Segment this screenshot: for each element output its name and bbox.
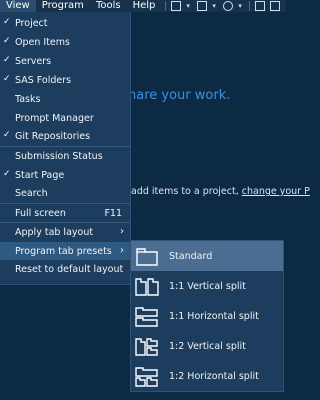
menu-help[interactable]: Help (127, 0, 162, 12)
menu-item-label: Apply tab layout (15, 227, 94, 238)
menu-item-apply-tab-layout[interactable]: Apply tab layout › (0, 223, 130, 241)
menu-item-label: Servers (15, 56, 52, 67)
settings-gear-icon[interactable] (223, 1, 234, 11)
vertical-split-1-2-icon (135, 338, 158, 356)
shortcut-label: F11 (104, 208, 122, 219)
chevron-down-icon[interactable]: ▾ (212, 1, 218, 11)
menu-item-label: Prompt Manager (15, 113, 94, 124)
menu-item-label: Program tab presets (15, 246, 112, 257)
menu-item-project[interactable]: ✓ Project (0, 14, 130, 32)
preset-vertical-1-1[interactable]: 1:1 Vertical split (131, 271, 283, 301)
new-file-icon[interactable] (171, 1, 182, 11)
menu-item-label: Reset to default layout (15, 264, 124, 275)
view-menu: ✓ Project ✓ Open Items ✓ Servers ✓ SAS F… (0, 12, 131, 285)
open-file-icon[interactable] (197, 1, 208, 11)
check-icon: ✓ (3, 55, 11, 65)
toolbar: ▾ ▾ ▾ (165, 1, 281, 11)
menu-item-servers[interactable]: ✓ Servers (0, 52, 130, 70)
horizontal-split-1-2-icon (135, 367, 158, 387)
menu-item-label: Open Items (15, 37, 70, 48)
menu-item-program-tab-presets[interactable]: Program tab presets › (0, 242, 130, 260)
menu-item-label: Full screen (15, 208, 66, 219)
chevron-down-icon[interactable]: ▾ (238, 1, 244, 11)
check-icon: ✓ (3, 17, 11, 27)
menu-item-label: Tasks (15, 94, 41, 105)
save-icon[interactable] (255, 1, 266, 11)
menu-program[interactable]: Program (36, 0, 90, 12)
standard-layout-icon (136, 248, 158, 266)
menu-item-git-repositories[interactable]: ✓ Git Repositories (0, 127, 130, 145)
check-icon: ✓ (3, 169, 11, 179)
toolbar-separator (249, 1, 251, 11)
menu-bar: View Program Tools Help ▾ ▾ ▾ (0, 0, 286, 12)
vertical-split-1-1-icon (135, 278, 159, 296)
toolbar-separator (165, 1, 167, 11)
menu-item-reset-layout[interactable]: Reset to default layout (0, 260, 130, 278)
change-project-link[interactable]: change your P (242, 186, 310, 197)
preset-label: 1:2 Vertical split (169, 341, 246, 352)
menu-item-label: SAS Folders (15, 75, 72, 86)
check-icon: ✓ (3, 36, 11, 46)
menu-item-search[interactable]: Search (0, 184, 130, 202)
save-all-icon[interactable] (270, 1, 281, 11)
menu-item-submission-status[interactable]: Submission Status (0, 147, 130, 165)
chevron-down-icon[interactable]: ▾ (186, 1, 192, 11)
preset-standard[interactable]: Standard (131, 241, 283, 271)
menu-item-label: Project (15, 18, 48, 29)
menu-item-full-screen[interactable]: Full screen F11 (0, 204, 130, 222)
menu-item-start-page[interactable]: ✓ Start Page (0, 166, 130, 184)
start-page-hint: add items to a project, change your P (131, 186, 310, 197)
preset-vertical-1-2[interactable]: 1:2 Vertical split (131, 331, 283, 361)
menu-item-tasks[interactable]: Tasks (0, 90, 130, 108)
menu-tools[interactable]: Tools (90, 0, 127, 12)
preset-horizontal-1-1[interactable]: 1:1 Horizontal split (131, 301, 283, 331)
menu-item-label: Start Page (15, 170, 65, 181)
menu-item-label: Search (15, 188, 48, 199)
program-tab-presets-submenu: Standard 1:1 Vertical split 1:1 Horizont… (130, 240, 284, 392)
chevron-right-icon: › (120, 226, 124, 237)
menu-item-prompt-manager[interactable]: Prompt Manager (0, 109, 130, 127)
check-icon: ✓ (3, 130, 11, 140)
horizontal-split-1-1-icon (135, 307, 158, 327)
menu-item-open-items[interactable]: ✓ Open Items (0, 33, 130, 51)
menu-item-sas-folders[interactable]: ✓ SAS Folders (0, 71, 130, 89)
menu-item-label: Submission Status (15, 151, 103, 162)
check-icon: ✓ (3, 74, 11, 84)
preset-label: Standard (169, 251, 213, 262)
preset-label: 1:1 Vertical split (169, 281, 246, 292)
hint-text: add items to a project, (131, 186, 242, 197)
start-page-headline: hare your work. (128, 88, 231, 103)
menu-view[interactable]: View (0, 0, 36, 12)
preset-horizontal-1-2[interactable]: 1:2 Horizontal split (131, 361, 283, 391)
preset-label: 1:2 Horizontal split (169, 371, 259, 382)
chevron-right-icon: › (120, 245, 124, 256)
preset-label: 1:1 Horizontal split (169, 311, 259, 322)
menu-item-label: Git Repositories (15, 131, 91, 142)
